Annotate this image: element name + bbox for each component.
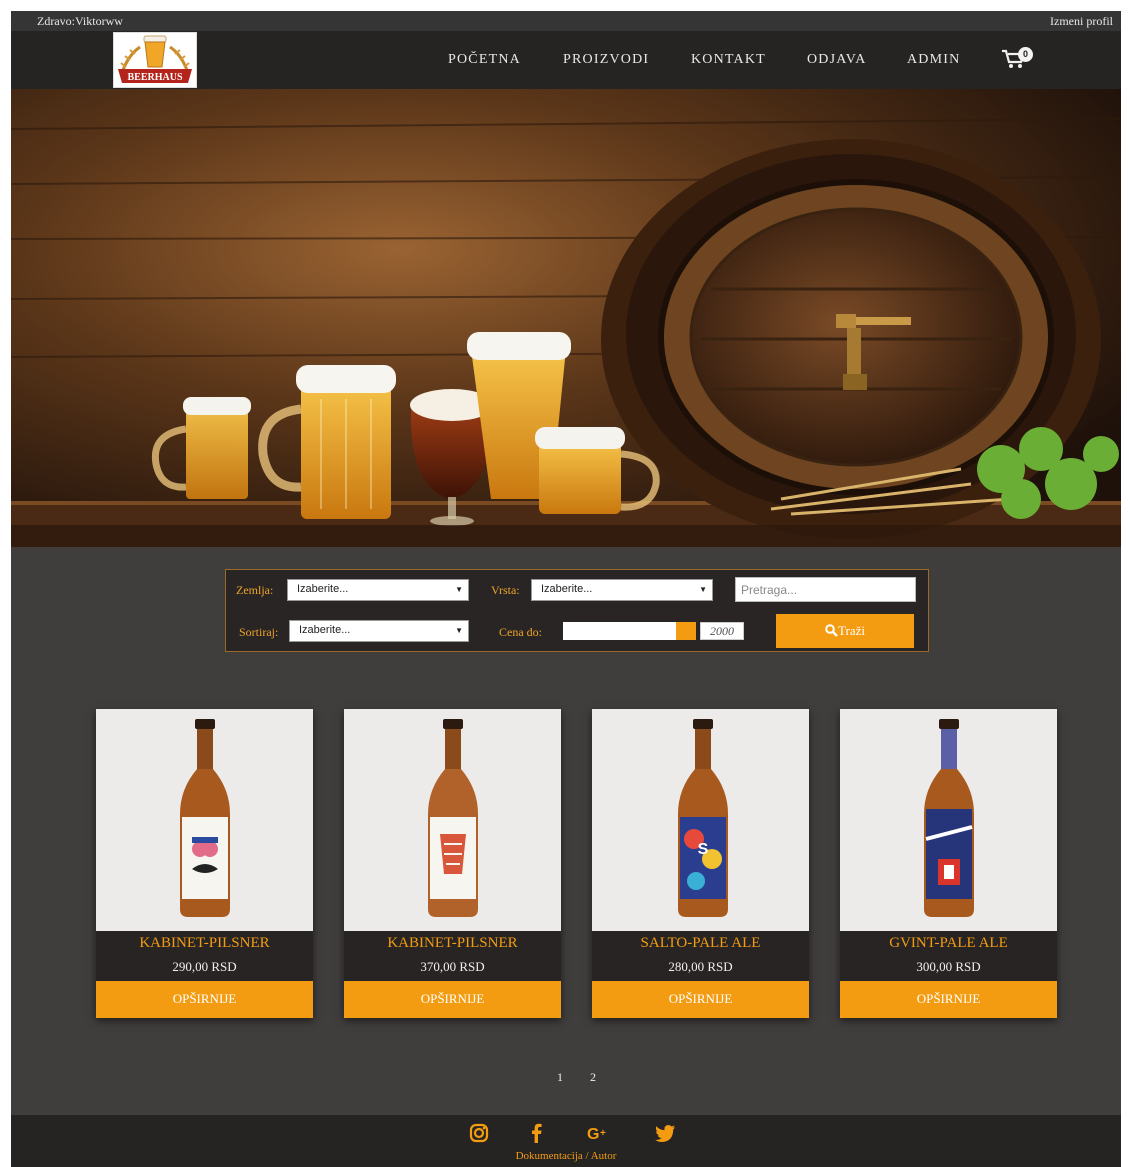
beerhaus-logo[interactable]: BEERHAUS [113,32,197,88]
sort-select-value: Izaberite... [299,624,351,636]
details-button[interactable]: OPŠIRNIJE [592,981,809,1018]
sort-select[interactable]: Izaberite... ▼ [289,620,469,642]
page-frame: Zdravo:Viktorww Izmeni profil BEERHAUS P… [11,11,1121,1167]
facebook-icon[interactable] [526,1122,548,1144]
product-info: GVINT-PALE ALE 300,00 RSD [840,931,1057,981]
top-bar: Zdravo:Viktorww Izmeni profil [11,11,1121,31]
search-button[interactable]: Traži [776,614,914,648]
greeting-text: Zdravo:Viktorww [37,14,123,28]
nav-item-pocetna[interactable]: POČETNA [448,52,521,68]
product-price: 280,00 RSD [668,959,733,974]
price-max-value: 2000 [700,622,744,640]
type-label: Vrsta: [491,583,520,597]
product-card: GVINT-PALE ALE 300,00 RSD OPŠIRNIJE [840,709,1057,1018]
product-image[interactable] [840,709,1057,931]
instagram-icon[interactable] [468,1122,490,1144]
product-name[interactable]: SALTO-PALE ALE [592,935,809,952]
page-link-1[interactable]: 1 [557,1070,563,1085]
product-image[interactable]: S [592,709,809,931]
product-price: 290,00 RSD [172,959,237,974]
nav-item-kontakt[interactable]: KONTAKT [691,52,766,68]
hero-banner [11,89,1121,547]
filter-panel: Zemlja: Izaberite... ▼ Vrsta: Izaberite.… [225,569,929,652]
country-select[interactable]: Izaberite... ▼ [287,579,469,601]
country-select-value: Izaberite... [297,583,349,595]
chevron-down-icon: ▼ [455,626,463,635]
page-link-2[interactable]: 2 [590,1070,596,1085]
search-icon [825,624,838,637]
product-name[interactable]: KABINET-PILSNER [344,935,561,952]
footer: G + Dokumentacija / Autor [11,1115,1121,1167]
svg-text:S: S [698,841,709,858]
country-label: Zemlja: [236,583,274,597]
details-button[interactable]: OPŠIRNIJE [96,981,313,1018]
details-button[interactable]: OPŠIRNIJE [840,981,1057,1018]
edit-profile-link[interactable]: Izmeni profil [1050,14,1113,29]
cart-count-badge: 0 [1018,47,1033,62]
product-image[interactable] [96,709,313,931]
logo-text: BEERHAUS [127,72,182,83]
product-price: 300,00 RSD [916,959,981,974]
product-info: SALTO-PALE ALE 280,00 RSD [592,931,809,981]
product-card: KABINET-PILSNER 370,00 RSD OPŠIRNIJE [344,709,561,1018]
product-info: KABINET-PILSNER 290,00 RSD [96,931,313,981]
product-info: KABINET-PILSNER 370,00 RSD [344,931,561,981]
chevron-down-icon: ▼ [455,585,463,594]
type-select-value: Izaberite... [541,583,593,595]
nav-item-admin[interactable]: ADMIN [907,52,960,68]
product-name[interactable]: GVINT-PALE ALE [840,935,1057,952]
twitter-icon[interactable] [654,1122,676,1144]
chevron-down-icon: ▼ [699,585,707,594]
details-button[interactable]: OPŠIRNIJE [344,981,561,1018]
google-plus-icon[interactable]: G + [587,1122,609,1144]
product-card: S SALTO-PALE ALE 280,00 RSD OPŠIRNIJE [592,709,809,1018]
svg-text:G: G [587,1126,599,1143]
product-image[interactable] [344,709,561,931]
price-slider-thumb[interactable] [676,622,696,640]
search-input[interactable]: Pretraga... [735,577,916,602]
product-price: 370,00 RSD [420,959,485,974]
sort-label: Sortiraj: [239,625,279,639]
svg-text:+: + [600,1128,606,1139]
main-navbar: BEERHAUS POČETNA PROIZVODI KONTAKT ODJAV… [11,31,1121,89]
product-name[interactable]: KABINET-PILSNER [96,935,313,952]
nav-item-proizvodi[interactable]: PROIZVODI [563,52,649,68]
footer-links[interactable]: Dokumentacija / Autor [11,1150,1121,1162]
search-button-label: Traži [838,623,865,638]
cart-button[interactable]: 0 [1001,47,1041,72]
product-card: KABINET-PILSNER 290,00 RSD OPŠIRNIJE [96,709,313,1018]
type-select[interactable]: Izaberite... ▼ [531,579,713,601]
nav-item-odjava[interactable]: ODJAVA [807,52,867,68]
price-slider[interactable] [563,622,696,640]
price-label: Cena do: [499,625,542,639]
